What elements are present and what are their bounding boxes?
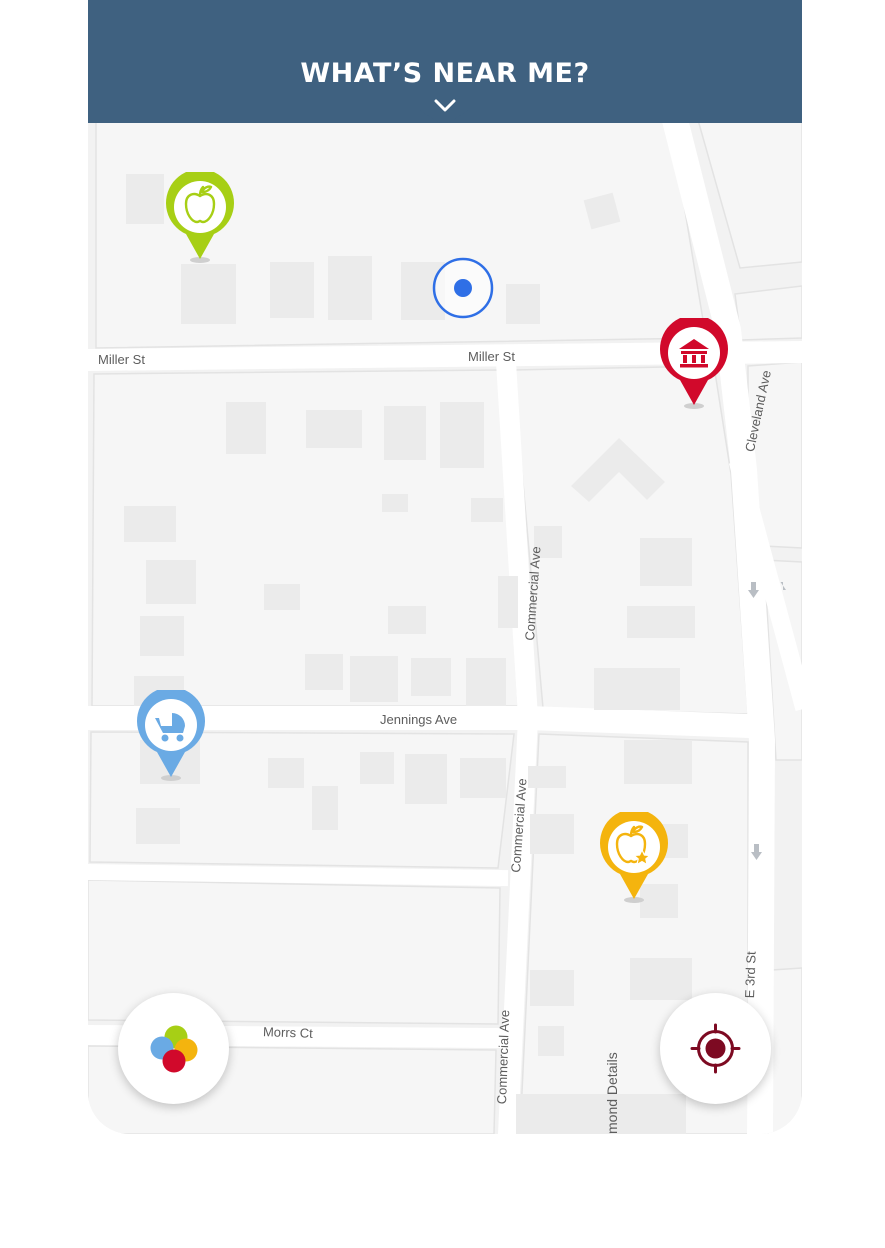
street-label-morrs-ct: Morrs Ct xyxy=(262,1024,314,1041)
street-label-edmond-details: mond Details xyxy=(604,1052,620,1134)
government-pin[interactable] xyxy=(658,318,730,410)
header-title: WHAT’S NEAR ME? xyxy=(300,58,590,89)
crosshair-icon xyxy=(690,1023,741,1074)
category-filter-icon xyxy=(150,1025,198,1073)
map[interactable] xyxy=(88,0,802,1134)
street-label-jennings-ave: Jennings Ave xyxy=(380,712,458,727)
grocery-pin[interactable] xyxy=(164,172,236,264)
street-label-e-3rd-st: E 3rd St xyxy=(742,951,759,999)
chevron-down-icon[interactable] xyxy=(434,99,456,113)
street-label-miller-st-east: Miller St xyxy=(468,349,515,364)
school-pin[interactable] xyxy=(598,812,670,904)
header-tab[interactable] xyxy=(419,110,469,134)
user-location-marker xyxy=(432,257,494,319)
category-filter-button[interactable] xyxy=(118,993,229,1104)
map-screen: Miller St Miller St Cleveland Ave Commer… xyxy=(88,0,802,1134)
locate-me-button[interactable] xyxy=(660,993,771,1104)
childcare-pin[interactable] xyxy=(135,690,207,782)
street-label-miller-st-west: Miller St xyxy=(98,352,145,367)
